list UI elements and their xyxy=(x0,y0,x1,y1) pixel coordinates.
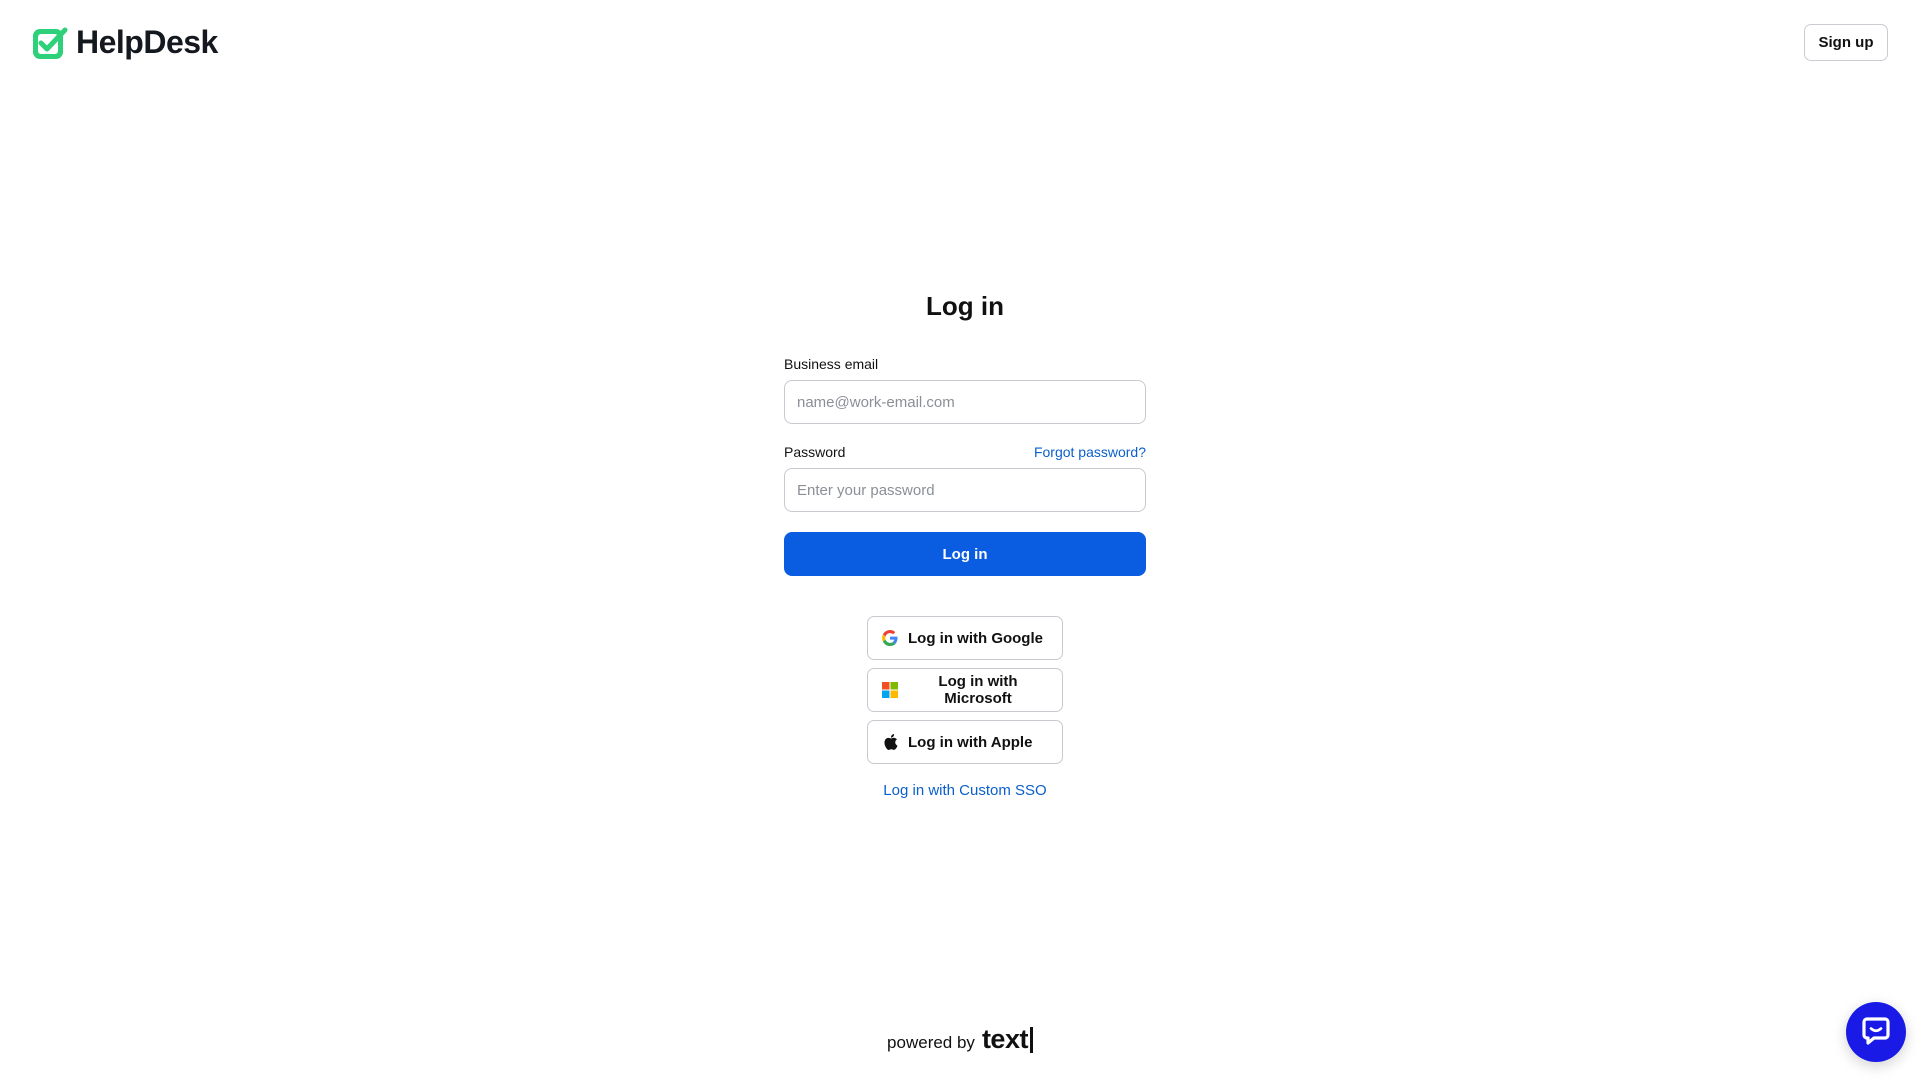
email-input[interactable] xyxy=(784,380,1146,424)
chat-bubble-icon xyxy=(1861,1016,1891,1049)
password-field-group: Password Forgot password? xyxy=(784,444,1146,512)
email-label-row: Business email xyxy=(784,356,1146,376)
apple-icon xyxy=(882,734,898,750)
google-icon xyxy=(882,630,898,646)
login-page: HelpDesk Sign up Log in Business email P… xyxy=(0,0,1920,1080)
cursor-bar-icon xyxy=(1029,1026,1033,1053)
microsoft-login-button[interactable]: Log in with Microsoft xyxy=(867,668,1063,712)
password-label: Password xyxy=(784,444,846,460)
login-form: Log in Business email Password Forgot pa… xyxy=(784,288,1146,799)
apple-login-button[interactable]: Log in with Apple xyxy=(867,720,1063,764)
log-in-button[interactable]: Log in xyxy=(784,532,1146,576)
password-label-row: Password Forgot password? xyxy=(784,444,1146,464)
forgot-password-link[interactable]: Forgot password? xyxy=(1034,444,1146,460)
email-field-group: Business email xyxy=(784,356,1146,424)
check-square-icon xyxy=(32,26,70,60)
google-login-button[interactable]: Log in with Google xyxy=(867,616,1063,660)
microsoft-login-label: Log in with Microsoft xyxy=(938,673,1018,707)
apple-login-label: Log in with Apple xyxy=(908,733,1033,751)
chat-widget-button[interactable] xyxy=(1846,1002,1906,1062)
google-login-label: Log in with Google xyxy=(908,629,1043,647)
email-label: Business email xyxy=(784,356,879,372)
logo-text: HelpDesk xyxy=(76,24,218,60)
password-input[interactable] xyxy=(784,468,1146,512)
sign-up-button[interactable]: Sign up xyxy=(1804,24,1888,61)
brand-name: text xyxy=(981,1024,1029,1054)
custom-sso-link[interactable]: Log in with Custom SSO xyxy=(883,782,1046,799)
helpdesk-logo[interactable]: HelpDesk xyxy=(32,24,218,61)
sso-options: Log in with Google Log in with Microsoft xyxy=(784,616,1146,799)
text-brand-logo[interactable]: text xyxy=(982,1024,1033,1055)
page-title: Log in xyxy=(926,291,1004,321)
powered-by: powered by text xyxy=(0,1024,1920,1055)
microsoft-icon xyxy=(882,682,898,698)
powered-by-text: powered by xyxy=(887,1033,975,1052)
